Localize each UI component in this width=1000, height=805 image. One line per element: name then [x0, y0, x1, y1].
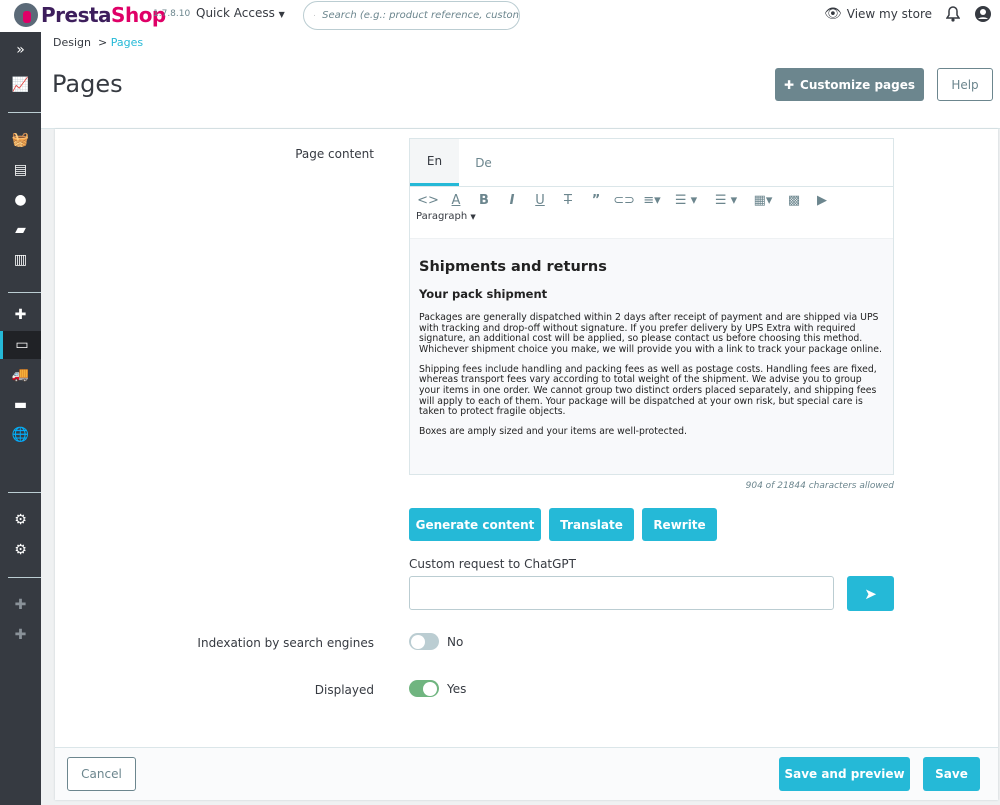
expand-sidebar-icon[interactable]: »	[0, 36, 41, 64]
breadcrumb-design[interactable]: Design	[53, 36, 91, 49]
character-counter: 904 of 21844 characters allowed	[745, 481, 894, 491]
module-icon-2[interactable]: ✚	[0, 621, 41, 649]
caret-down-icon: ▼	[278, 10, 285, 19]
page-form: Page content En De <> A B I U T ” ⊂⊃ ≡▾ …	[55, 129, 998, 800]
content-heading: Shipments and returns	[419, 259, 607, 275]
module-icon[interactable]: ✚	[0, 591, 41, 619]
dashboard-icon[interactable]: 📈	[0, 71, 41, 99]
align-icon[interactable]: ≡▾	[640, 193, 664, 208]
send-icon: ➤	[864, 584, 877, 603]
modules-icon[interactable]: ✚	[0, 301, 41, 329]
editor-content[interactable]: Shipments and returns Your pack shipment…	[410, 239, 893, 474]
tab-de[interactable]: De	[459, 139, 508, 186]
content-subheading: Your pack shipment	[419, 286, 548, 301]
content-paragraph: Shipping fees include handling and packi…	[419, 363, 877, 418]
bullet-list-icon[interactable]: ☰ ▾	[668, 193, 704, 208]
design-icon[interactable]: ▭	[0, 331, 41, 359]
content-paragraph: Boxes are amply sized and your items are…	[419, 426, 687, 438]
displayed-label: Displayed	[314, 683, 374, 697]
catalog-icon[interactable]: ▤	[0, 156, 41, 184]
indexation-toggle[interactable]	[409, 633, 439, 650]
advanced-settings-icon[interactable]: ⚙	[0, 536, 41, 564]
page-title: Pages	[52, 70, 123, 98]
version: 1.7.8.10	[153, 9, 191, 19]
link-icon[interactable]: ⊂⊃	[612, 193, 636, 208]
page-content-label: Page content	[295, 147, 374, 161]
italic-icon[interactable]: I	[500, 193, 524, 208]
bell-icon[interactable]	[946, 6, 960, 22]
help-button[interactable]: Help	[937, 68, 993, 101]
text-color-icon[interactable]: A	[444, 193, 468, 208]
prestashop-logo[interactable]: PrestaShop	[14, 3, 166, 27]
save-button[interactable]: Save	[923, 757, 980, 791]
customize-pages-button[interactable]: ✚ Customize pages	[775, 68, 924, 101]
chatgpt-request-label: Custom request to ChatGPT	[409, 557, 576, 571]
international-icon[interactable]: 🌐	[0, 421, 41, 449]
content-paragraph: Packages are generally dispatched within…	[419, 311, 882, 355]
view-store-link[interactable]: 👁 View my store	[824, 6, 932, 22]
underline-icon[interactable]: U	[528, 193, 552, 208]
customers-icon[interactable]: ●	[0, 186, 41, 214]
displayed-toggle[interactable]	[409, 680, 439, 697]
blockquote-icon[interactable]: ”	[584, 193, 608, 208]
chatgpt-request-input[interactable]	[409, 576, 834, 610]
puzzle-icon: ✚	[783, 77, 795, 92]
logo-icon	[14, 3, 38, 27]
media-icon[interactable]: ▶	[810, 193, 834, 208]
eye-icon: 👁	[823, 6, 842, 22]
shipping-icon[interactable]: 🚚	[0, 361, 41, 389]
search-input[interactable]: Search (e.g.: product reference, custon	[303, 1, 520, 30]
form-footer: Cancel Save and preview Save	[55, 747, 998, 800]
breadcrumb-pages[interactable]: Pages	[111, 36, 143, 49]
settings-icon[interactable]: ⚙	[0, 506, 41, 534]
stats-icon[interactable]: ▥	[0, 246, 41, 274]
strikethrough-icon[interactable]: T	[556, 193, 580, 208]
bold-icon[interactable]: B	[472, 193, 496, 208]
source-code-icon[interactable]: <>	[416, 193, 440, 208]
rewrite-button[interactable]: Rewrite	[642, 508, 717, 541]
breadcrumb: Design > Pages	[53, 36, 144, 49]
messages-icon[interactable]: ▰	[0, 216, 41, 244]
translate-button[interactable]: Translate	[549, 508, 634, 541]
rich-text-editor: En De <> A B I U T ” ⊂⊃ ≡▾ ☰ ▾ ☰ ▾ ▦▾ ▩ …	[409, 138, 894, 475]
displayed-value: Yes	[447, 682, 467, 696]
cancel-button[interactable]: Cancel	[67, 757, 136, 791]
indexation-label: Indexation by search engines	[197, 636, 374, 650]
search-icon	[314, 15, 316, 17]
quick-access-dropdown[interactable]: Quick Access ▼	[196, 6, 285, 20]
indexation-value: No	[447, 635, 464, 649]
user-icon[interactable]	[974, 5, 992, 23]
top-bar: PrestaShop 1.7.8.10 Quick Access ▼ Searc…	[0, 0, 1000, 32]
sidebar: » 📈 🧺 ▤ ● ▰ ▥ ✚ ▭ 🚚 ▬ 🌐 ⚙ ⚙ ✚ ✚	[0, 32, 41, 805]
generate-content-button[interactable]: Generate content	[409, 508, 541, 541]
table-icon[interactable]: ▦▾	[748, 193, 778, 208]
save-and-preview-button[interactable]: Save and preview	[779, 757, 910, 791]
paragraph-format-dropdown[interactable]: Paragraph ▼	[416, 211, 887, 222]
orders-icon[interactable]: 🧺	[0, 126, 41, 154]
brand-text: Presta	[41, 3, 112, 27]
payment-icon[interactable]: ▬	[0, 391, 41, 419]
image-icon[interactable]: ▩	[782, 193, 806, 208]
send-button[interactable]: ➤	[847, 576, 894, 611]
tab-en[interactable]: En	[410, 139, 459, 186]
numbered-list-icon[interactable]: ☰ ▾	[708, 193, 744, 208]
page-header: Design > Pages Pages ✚ Customize pages He…	[41, 32, 1000, 129]
